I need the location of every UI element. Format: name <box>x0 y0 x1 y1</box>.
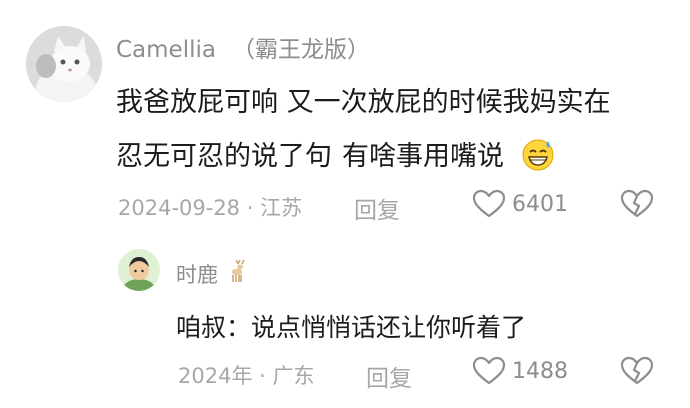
heart-outline-icon <box>472 356 506 385</box>
deer-icon <box>224 258 250 289</box>
cat-avatar-icon <box>26 26 102 102</box>
meta-separator: · <box>259 364 266 388</box>
broken-heart-icon <box>620 356 654 385</box>
commenter-avatar[interactable] <box>26 26 102 102</box>
reply-text: 咱叔：说点悄悄话还让你听着了 <box>176 313 527 342</box>
person-avatar-icon <box>118 249 160 291</box>
broken-heart-icon <box>620 189 654 218</box>
reply-location: 广东 <box>272 364 315 388</box>
reply-like-button[interactable]: 1488 <box>472 356 568 386</box>
comment-text-line-1: 我爸放屁可响 又一次放屁的时候我妈实在 <box>116 87 611 118</box>
comment-date: 2024-09-28 <box>118 196 241 220</box>
like-button[interactable]: 6401 <box>472 189 568 219</box>
like-count: 6401 <box>512 191 568 217</box>
username-text: Camellia <box>116 37 216 63</box>
comment-text-part-b: 有啥事用嘴说 <box>342 141 504 172</box>
username-tag: （霸王龙版） <box>231 37 370 63</box>
reply-button[interactable]: 回复 <box>354 191 400 225</box>
reply-avatar[interactable] <box>118 249 160 291</box>
comment-location: 江苏 <box>260 196 303 220</box>
heart-outline-icon <box>472 189 506 218</box>
comment-text-line-2: 忍无可忍的说了句 有啥事用嘴说 <box>116 134 555 178</box>
reply-username-text: 时鹿 <box>176 262 218 287</box>
commenter-name[interactable]: Camellia （霸王龙版） <box>116 30 370 64</box>
reply-commenter-name[interactable]: 时鹿 <box>176 258 250 289</box>
meta-separator: · <box>246 196 254 220</box>
reply-meta: 2024年 · 广东 <box>178 360 315 390</box>
reply-dislike-button[interactable] <box>620 356 654 390</box>
dislike-button[interactable] <box>620 189 654 223</box>
comment-text-part-a: 忍无可忍的说了句 <box>116 141 332 172</box>
comment-meta: 2024-09-28 · 江苏 <box>118 192 302 222</box>
reply-like-count: 1488 <box>512 358 568 384</box>
grinning-sweat-emoji-icon <box>521 137 555 178</box>
reply-reply-button[interactable]: 回复 <box>366 359 412 393</box>
reply-date: 2024年 <box>178 364 253 388</box>
